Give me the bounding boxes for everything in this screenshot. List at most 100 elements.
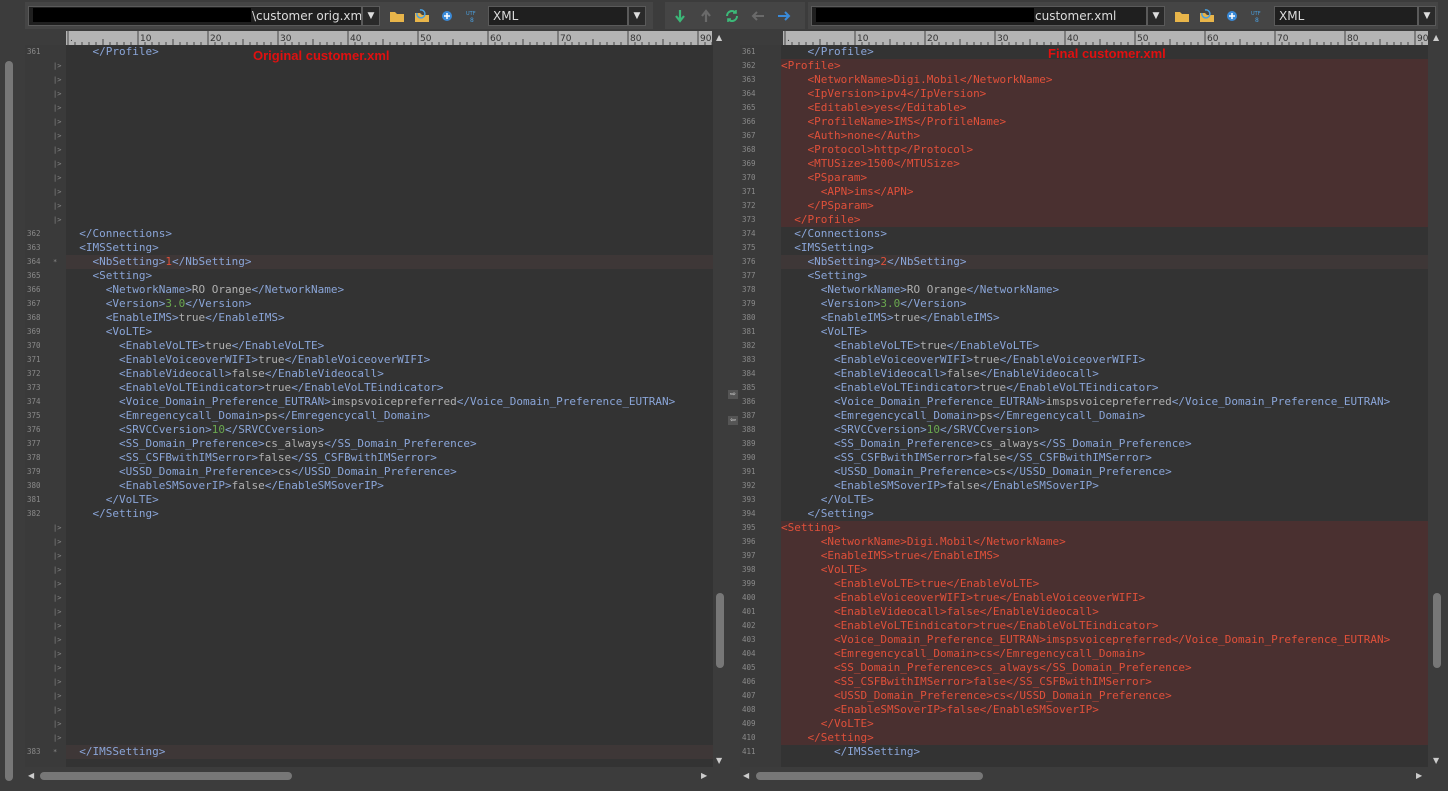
code-line[interactable]: <SS_Domain_Preference>cs_always</SS_Doma…: [66, 437, 713, 451]
code-line[interactable]: <NetworkName>Digi.Mobil</NetworkName>: [781, 73, 1428, 87]
empty-gap-line[interactable]: [66, 101, 713, 115]
code-line[interactable]: <NetworkName>RO Orange</NetworkName>: [66, 283, 713, 297]
code-line[interactable]: <Setting>: [781, 521, 1428, 535]
code-line[interactable]: <Emregencycall_Domain>ps</Emregencycall_…: [66, 409, 713, 423]
code-line[interactable]: <MTUSize>1500</MTUSize>: [781, 157, 1428, 171]
code-line[interactable]: <Emregencycall_Domain>ps</Emregencycall_…: [781, 409, 1428, 423]
empty-gap-line[interactable]: [66, 73, 713, 87]
code-line[interactable]: <NbSetting>2</NbSetting>: [781, 255, 1428, 269]
code-line[interactable]: <IMSSetting>: [781, 241, 1428, 255]
code-line[interactable]: <SS_CSFBwithIMSerror>false</SS_CSFBwithI…: [66, 451, 713, 465]
code-line[interactable]: <EnableVoiceoverWIFI>true</EnableVoiceov…: [66, 353, 713, 367]
scroll-left-arrow[interactable]: ◀: [743, 771, 749, 780]
scroll-up-arrow[interactable]: ▲: [716, 33, 722, 42]
code-line[interactable]: <IMSSetting>: [66, 241, 713, 255]
encoding-icon[interactable]: UTF 8: [1247, 7, 1267, 25]
code-line[interactable]: <EnableVoiceoverWIFI>true</EnableVoiceov…: [781, 353, 1428, 367]
open-folder-icon[interactable]: [387, 7, 407, 25]
code-line[interactable]: </IMSSetting>: [781, 745, 1428, 759]
code-line[interactable]: <IpVersion>ipv4</IpVersion>: [781, 87, 1428, 101]
empty-gap-line[interactable]: [66, 577, 713, 591]
code-line[interactable]: <Setting>: [781, 269, 1428, 283]
empty-gap-line[interactable]: [66, 213, 713, 227]
code-line[interactable]: <Voice_Domain_Preference_EUTRAN>imspsvoi…: [781, 395, 1428, 409]
code-line[interactable]: <APN>ims</APN>: [781, 185, 1428, 199]
code-line[interactable]: <EnableIMS>true</EnableIMS>: [66, 311, 713, 325]
left-outer-scrollbar[interactable]: [2, 31, 16, 781]
code-line[interactable]: <NbSetting>1</NbSetting>: [66, 255, 713, 269]
empty-gap-line[interactable]: [66, 521, 713, 535]
code-line[interactable]: <EnableVoLTEindicator>true</EnableVoLTEi…: [66, 381, 713, 395]
empty-gap-line[interactable]: [66, 157, 713, 171]
code-line[interactable]: <EnableSMSoverIP>false</EnableSMSoverIP>: [781, 703, 1428, 717]
code-line[interactable]: <Setting>: [66, 269, 713, 283]
code-line[interactable]: <NetworkName>RO Orange</NetworkName>: [781, 283, 1428, 297]
right-file-dropdown-button[interactable]: ▼: [1147, 6, 1165, 26]
code-line[interactable]: <Emregencycall_Domain>cs</Emregencycall_…: [781, 647, 1428, 661]
code-line[interactable]: </IMSSetting>: [66, 745, 713, 759]
empty-gap-line[interactable]: [66, 129, 713, 143]
code-line[interactable]: <EnableIMS>true</EnableIMS>: [781, 549, 1428, 563]
refresh-compare-icon[interactable]: [722, 7, 742, 25]
empty-gap-line[interactable]: [66, 143, 713, 157]
code-line[interactable]: </Setting>: [781, 731, 1428, 745]
scroll-down-arrow[interactable]: ▼: [1433, 756, 1439, 765]
code-line[interactable]: <Voice_Domain_Preference_EUTRAN>imspsvoi…: [66, 395, 713, 409]
code-line[interactable]: <Profile>: [781, 59, 1428, 73]
code-line[interactable]: </Connections>: [781, 227, 1428, 241]
right-file-path-field[interactable]: customer.xml: [811, 6, 1147, 26]
code-line[interactable]: <EnableVoLTEindicator>true</EnableVoLTEi…: [781, 381, 1428, 395]
code-line[interactable]: <Voice_Domain_Preference_EUTRAN>imspsvoi…: [781, 633, 1428, 647]
left-horizontal-scrollbar[interactable]: ◀ ▶: [25, 769, 713, 783]
empty-gap-line[interactable]: [66, 115, 713, 129]
empty-gap-line[interactable]: [66, 185, 713, 199]
copy-right-icon[interactable]: [774, 7, 794, 25]
code-line[interactable]: <EnableVoiceoverWIFI>true</EnableVoiceov…: [781, 591, 1428, 605]
code-line[interactable]: </VoLTE>: [781, 493, 1428, 507]
right-editor-pane[interactable]: 361 </Profile> 362 <Profile> 363 <NetworkNa…: [740, 45, 1428, 767]
open-folder-icon[interactable]: [1172, 7, 1192, 25]
empty-gap-line[interactable]: [66, 731, 713, 745]
scroll-left-arrow[interactable]: ◀: [28, 771, 34, 780]
left-file-path-field[interactable]: \customer orig.xml: [28, 6, 362, 26]
code-line[interactable]: <EnableVideocall>false</EnableVideocall>: [66, 367, 713, 381]
code-line[interactable]: </Setting>: [66, 507, 713, 521]
right-horizontal-scrollbar[interactable]: ◀ ▶: [740, 769, 1428, 783]
empty-gap-line[interactable]: [66, 703, 713, 717]
empty-gap-line[interactable]: [66, 689, 713, 703]
code-line[interactable]: <ProfileName>IMS</ProfileName>: [781, 115, 1428, 129]
reload-icon[interactable]: [1197, 7, 1217, 25]
merge-left-icon[interactable]: ⇦: [728, 416, 738, 425]
code-line[interactable]: <USSD_Domain_Preference>cs</USSD_Domain_…: [66, 465, 713, 479]
code-line[interactable]: <EnableSMSoverIP>false</EnableSMSoverIP>: [66, 479, 713, 493]
code-line[interactable]: <SS_CSFBwithIMSerror>false</SS_CSFBwithI…: [781, 451, 1428, 465]
code-line[interactable]: <Auth>none</Auth>: [781, 129, 1428, 143]
left-file-dropdown-button[interactable]: ▼: [362, 6, 380, 26]
code-line[interactable]: </VoLTE>: [781, 717, 1428, 731]
code-line[interactable]: <EnableVoLTE>true</EnableVoLTE>: [781, 577, 1428, 591]
code-line[interactable]: <SS_CSFBwithIMSerror>false</SS_CSFBwithI…: [781, 675, 1428, 689]
code-line[interactable]: <Version>3.0</Version>: [781, 297, 1428, 311]
reload-icon[interactable]: [412, 7, 432, 25]
code-line[interactable]: <SRVCCversion>10</SRVCCversion>: [66, 423, 713, 437]
empty-gap-line[interactable]: [66, 535, 713, 549]
scroll-right-arrow[interactable]: ▶: [701, 771, 707, 780]
scroll-thumb[interactable]: [5, 61, 13, 781]
empty-gap-line[interactable]: [66, 633, 713, 647]
code-line[interactable]: <EnableVoLTE>true</EnableVoLTE>: [781, 339, 1428, 353]
right-syntax-select[interactable]: XML: [1274, 6, 1418, 26]
scroll-right-arrow[interactable]: ▶: [1416, 771, 1422, 780]
copy-left-icon[interactable]: [748, 7, 768, 25]
code-line[interactable]: <VoLTE>: [781, 563, 1428, 577]
sync-icon[interactable]: [1222, 7, 1242, 25]
left-vertical-scrollbar[interactable]: ▲ ▼: [713, 31, 727, 769]
empty-gap-line[interactable]: [66, 591, 713, 605]
encoding-icon[interactable]: UTF 8: [462, 7, 482, 25]
sync-icon[interactable]: [437, 7, 457, 25]
scroll-thumb[interactable]: [40, 772, 292, 780]
code-line[interactable]: <EnableSMSoverIP>false</EnableSMSoverIP>: [781, 479, 1428, 493]
empty-gap-line[interactable]: [66, 647, 713, 661]
code-line[interactable]: <PSparam>: [781, 171, 1428, 185]
code-line[interactable]: <Version>3.0</Version>: [66, 297, 713, 311]
left-syntax-select[interactable]: XML: [488, 6, 628, 26]
